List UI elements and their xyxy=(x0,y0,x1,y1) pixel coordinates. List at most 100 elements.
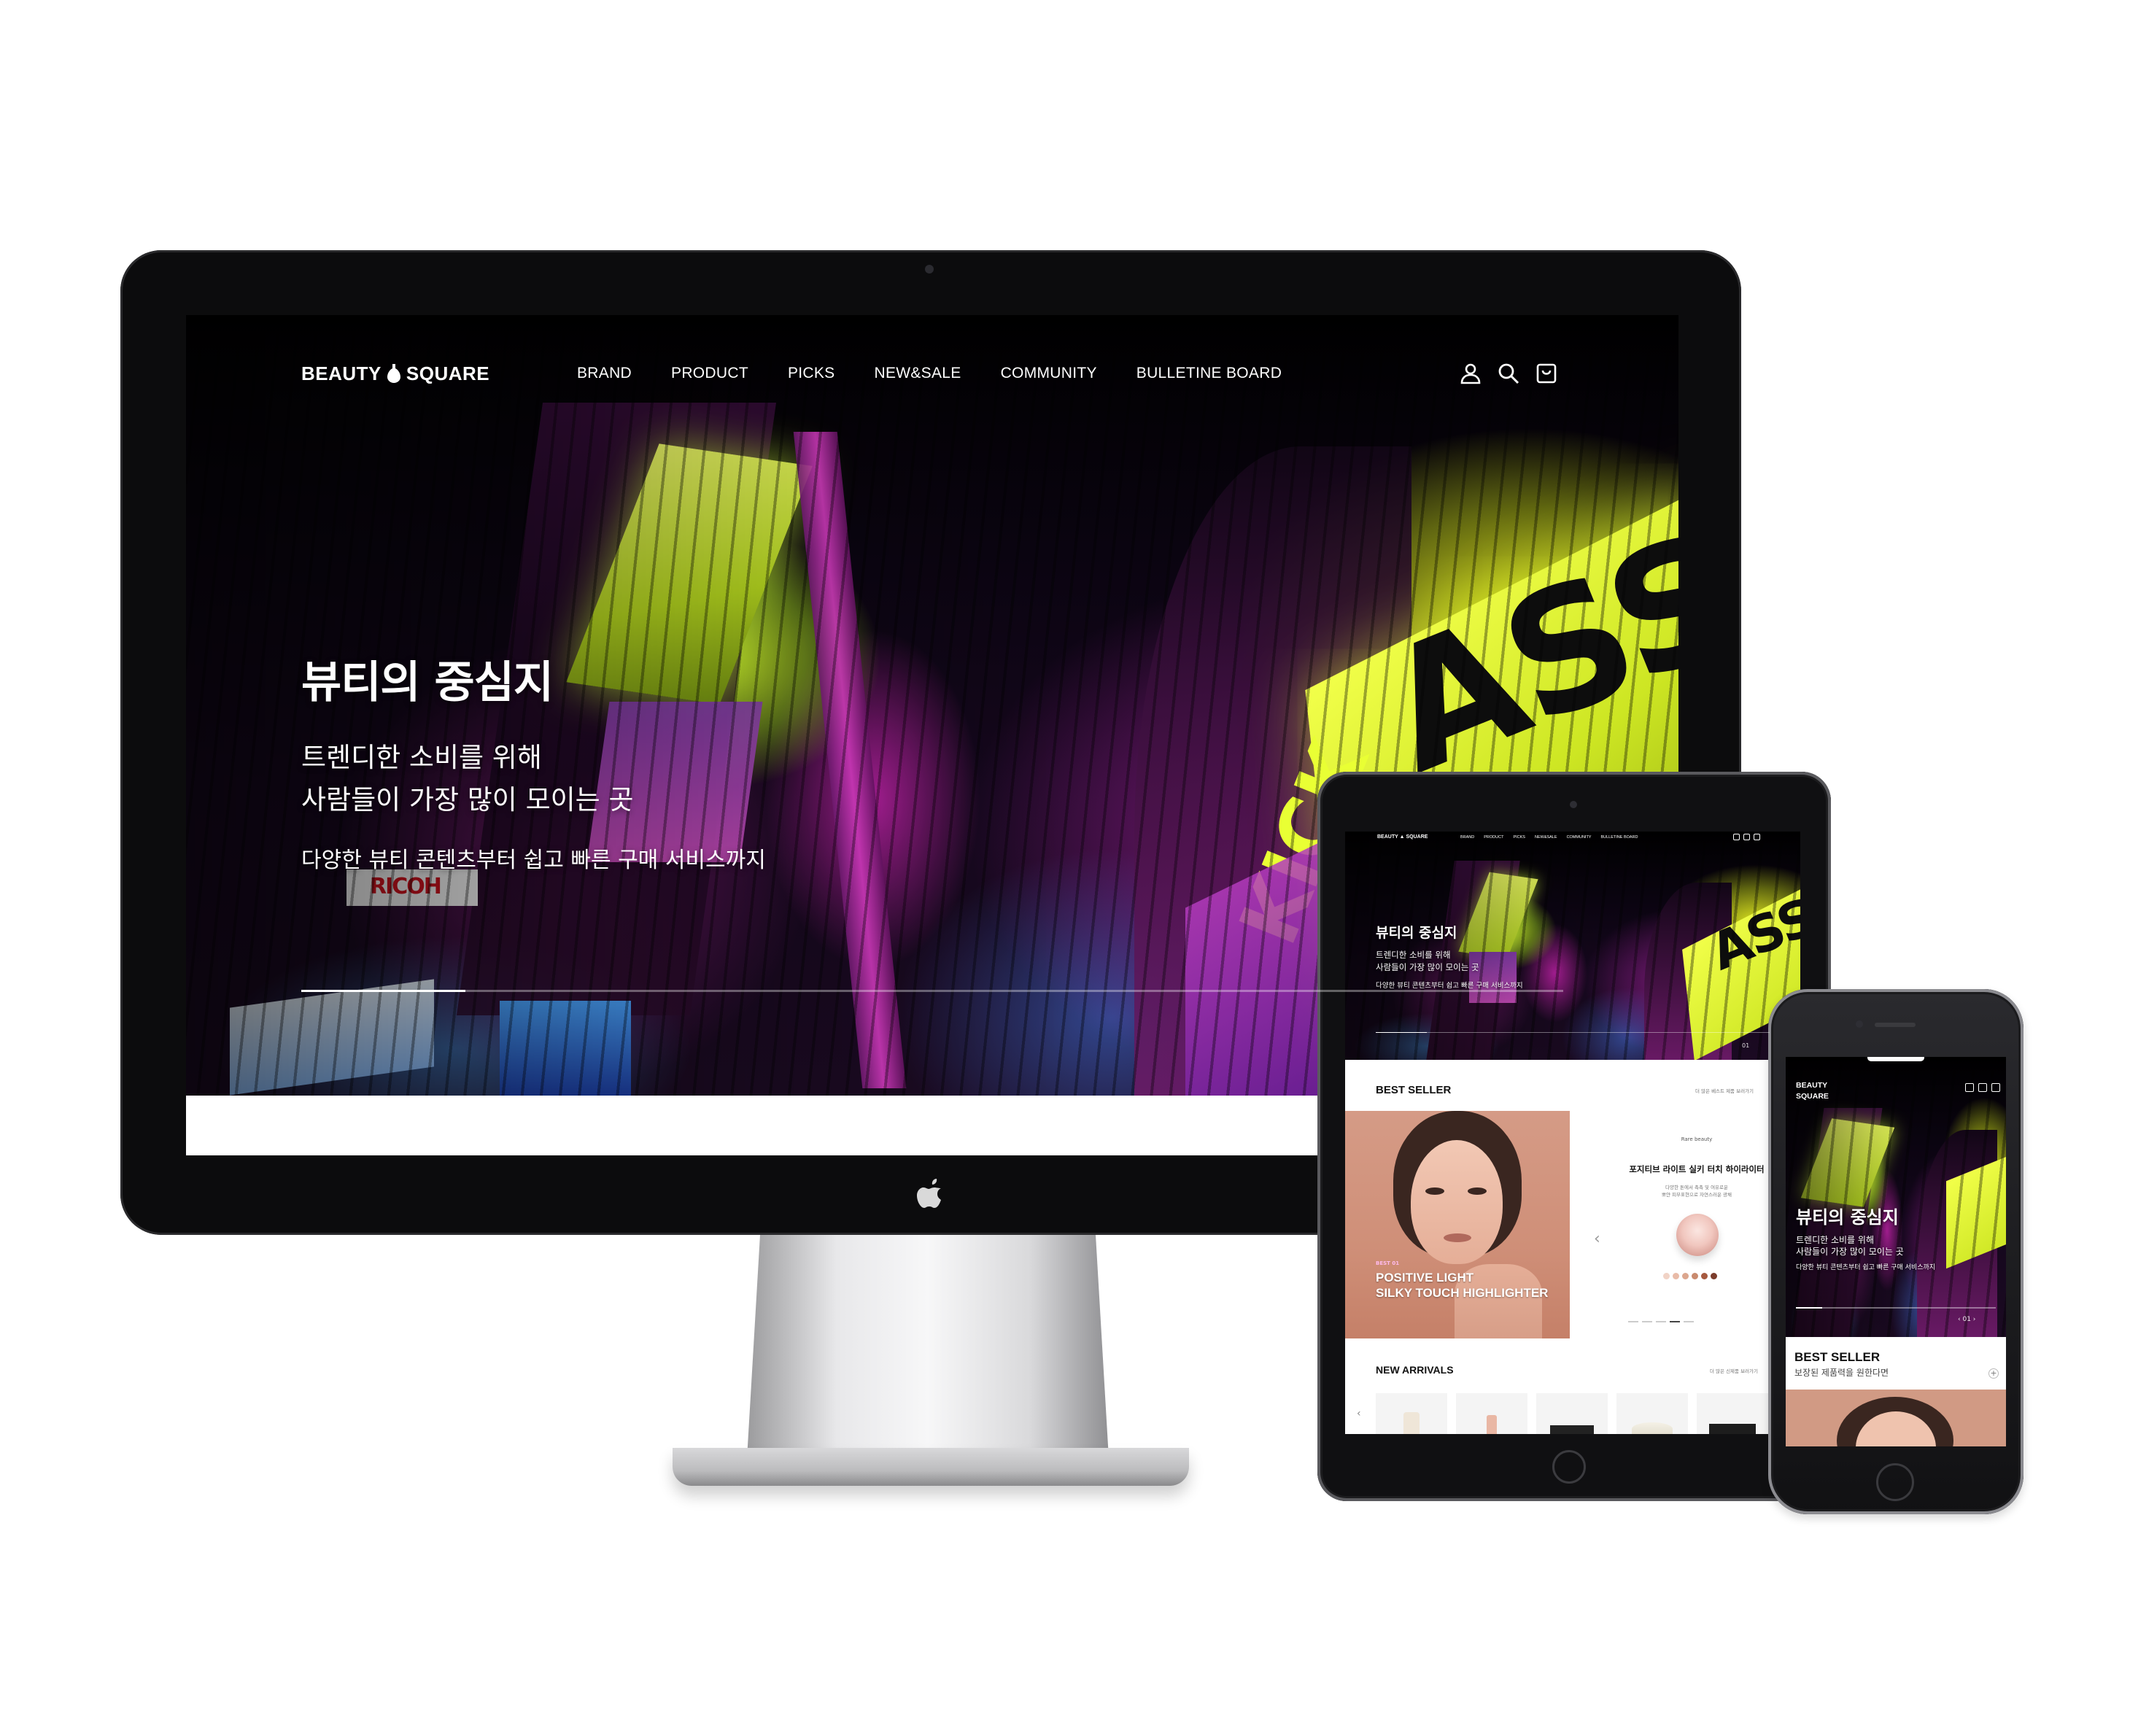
hero-subtitle: 트렌디한 소비를 위해 사람들이 가장 많이 모이는 곳 xyxy=(301,737,766,821)
tablet-utility-icons xyxy=(1733,834,1760,840)
cart-icon[interactable] xyxy=(1535,362,1558,385)
utility-icons xyxy=(1459,362,1558,385)
new-arrival-item[interactable] xyxy=(1376,1393,1447,1434)
tablet-best-seller-more-link[interactable]: 더 많은 베스트 제품 보러가기 xyxy=(1695,1087,1754,1094)
tablet-nav-product[interactable]: PRODUCT xyxy=(1484,835,1503,840)
phone-hero-progress-fill xyxy=(1796,1307,1822,1309)
model-eye-right xyxy=(1468,1187,1487,1195)
hero-subtitle-line-2: 사람들이 가장 많이 모이는 곳 xyxy=(301,784,634,815)
plus-icon[interactable]: + xyxy=(1988,1368,1999,1379)
nav-picks[interactable]: PICKS xyxy=(788,365,835,382)
bottle-icon xyxy=(387,364,400,383)
tablet-nav-brand[interactable]: BRAND xyxy=(1460,835,1474,840)
pagination-dot[interactable] xyxy=(1670,1321,1680,1322)
nav-bulletine-board[interactable]: BULLETINE BOARD xyxy=(1136,365,1282,382)
model-eye-left xyxy=(1425,1187,1444,1195)
tablet-hero-subtitle-line-2: 사람들이 가장 많이 모이는 곳 xyxy=(1376,962,1479,972)
color-swatches xyxy=(1663,1273,1717,1279)
pagination-dot[interactable] xyxy=(1642,1321,1652,1322)
new-arrivals-list xyxy=(1376,1393,1768,1434)
swatch[interactable] xyxy=(1673,1273,1679,1279)
phone-screen: BEAUTY SQUARE 뷰티의 중심지 트렌디한 소비를 위해 사람들이 가… xyxy=(1786,1057,2006,1446)
highlighter-compact-image xyxy=(1676,1214,1719,1256)
tablet-cart-icon[interactable] xyxy=(1754,834,1760,840)
pagination-dot[interactable] xyxy=(1684,1321,1694,1322)
nav-product[interactable]: PRODUCT xyxy=(671,365,748,382)
tablet-new-arrivals-more-link[interactable]: 더 많은 신제품 보러가기 xyxy=(1710,1367,1758,1374)
phone-hero-progress-bar[interactable] xyxy=(1796,1307,1996,1309)
main-navigation: BEAUTY SQUARE BRAND PRODUCT PICKS NEW&SAL… xyxy=(186,315,1678,403)
menu-bar: BRAND PRODUCT PICKS NEW&SALE COMMUNITY B… xyxy=(577,365,1282,382)
imac-stand-base xyxy=(673,1448,1189,1486)
model-lips xyxy=(1444,1233,1471,1242)
new-arrival-item[interactable] xyxy=(1536,1393,1608,1434)
best-seller-caption-line-2: SILKY TOUCH HIGHLIGHTER xyxy=(1376,1286,1549,1300)
logo-text-right: SQUARE xyxy=(406,363,490,384)
new-arrival-item[interactable] xyxy=(1697,1393,1768,1434)
tablet-navigation: BEAUTY ▲ SQUARE BRAND PRODUCT PICKS NEW&… xyxy=(1345,832,1800,846)
new-arrival-item[interactable] xyxy=(1616,1393,1688,1434)
swatch[interactable] xyxy=(1663,1273,1670,1279)
tablet-user-icon[interactable] xyxy=(1733,834,1740,840)
chevron-left-icon[interactable]: ‹ xyxy=(1594,1230,1600,1248)
nav-brand[interactable]: BRAND xyxy=(577,365,632,382)
best-seller-pagination xyxy=(1628,1321,1694,1322)
tablet-nav-community[interactable]: COMMUNITY xyxy=(1567,835,1592,840)
tablet-hero-title: 뷰티의 중심지 xyxy=(1376,925,1457,941)
site-logo[interactable]: BEAUTY SQUARE xyxy=(301,363,489,385)
tablet-new-arrivals-title: NEW ARRIVALS xyxy=(1376,1364,1454,1376)
phone-home-button[interactable] xyxy=(1876,1463,1914,1501)
phone-best-seller-photo xyxy=(1786,1390,2006,1446)
phone-hero-description: 다양한 뷰티 콘텐츠부터 쉽고 빠른 구매 서비스까지 xyxy=(1796,1264,1936,1271)
tablet-hero-progress-bar[interactable] xyxy=(1376,1032,1770,1033)
phone-hero-subtitle-line-2: 사람들이 가장 많이 모이는 곳 xyxy=(1796,1247,1904,1257)
swatch[interactable] xyxy=(1682,1273,1689,1279)
tablet-nav-new-sale[interactable]: NEW&SALE xyxy=(1535,835,1557,840)
nav-community[interactable]: COMMUNITY xyxy=(1001,365,1097,382)
swatch[interactable] xyxy=(1701,1273,1708,1279)
phone-speaker xyxy=(1875,1023,1916,1027)
hero-copy: 뷰티의 중심지 트렌디한 소비를 위해 사람들이 가장 많이 모이는 곳 다양한… xyxy=(301,647,766,874)
imac-camera xyxy=(925,265,934,274)
phone-slide-indicator: ‹ 01 › xyxy=(1958,1316,1976,1323)
apple-logo-icon xyxy=(917,1179,941,1208)
new-arrival-item[interactable] xyxy=(1456,1393,1527,1434)
phone-cart-icon[interactable] xyxy=(1991,1083,2000,1092)
phone-hero-subtitle: 트렌디한 소비를 위해 사람들이 가장 많이 모이는 곳 xyxy=(1796,1234,1935,1258)
tablet-best-seller-title: BEST SELLER xyxy=(1376,1084,1452,1096)
user-icon[interactable] xyxy=(1459,362,1482,385)
phone-best-seller-section: BEST SELLER 보장된 제품력을 원한다면 + xyxy=(1786,1337,2006,1446)
tablet-menu-bar: BRAND PRODUCT PICKS NEW&SALE COMMUNITY B… xyxy=(1460,835,1638,840)
phone-user-icon[interactable] xyxy=(1965,1083,1974,1092)
tablet-hero-subtitle: 트렌디한 소비를 위해 사람들이 가장 많이 모이는 곳 xyxy=(1376,949,1523,974)
tablet-home-button[interactable] xyxy=(1552,1450,1586,1484)
swatch[interactable] xyxy=(1692,1273,1698,1279)
hero-title: 뷰티의 중심지 xyxy=(301,657,554,708)
pagination-dot[interactable] xyxy=(1656,1321,1666,1322)
model-face xyxy=(1411,1140,1503,1264)
phone-search-icon[interactable] xyxy=(1978,1083,1987,1092)
tablet-logo-text-right: SQUARE xyxy=(1406,834,1428,840)
hero-progress-bar[interactable] xyxy=(301,990,1563,992)
best-seller-model-photo: BEST 01 POSITIVE LIGHT SILKY TOUCH HIGHL… xyxy=(1345,1111,1570,1338)
tablet-search-icon[interactable] xyxy=(1743,834,1750,840)
phone-hero-copy: 뷰티의 중심지 트렌디한 소비를 위해 사람들이 가장 많이 모이는 곳 다양한… xyxy=(1796,1203,1935,1271)
tablet-hero-progress-fill xyxy=(1376,1032,1428,1033)
logo-text-left: BEAUTY xyxy=(301,363,382,384)
tablet-nav-bulletine-board[interactable]: BULLETINE BOARD xyxy=(1600,835,1638,840)
tablet-site-logo[interactable]: BEAUTY ▲ SQUARE xyxy=(1377,834,1428,840)
new-arrivals-prev-icon[interactable]: ‹ xyxy=(1357,1408,1361,1419)
phone-site-logo[interactable]: BEAUTY SQUARE xyxy=(1796,1080,1829,1102)
phone-camera xyxy=(1856,1020,1863,1028)
swatch[interactable] xyxy=(1711,1273,1717,1279)
tablet-slide-indicator: 01 xyxy=(1742,1042,1750,1049)
pagination-dot[interactable] xyxy=(1628,1321,1638,1322)
search-icon[interactable] xyxy=(1497,362,1520,385)
best-seller-photo-caption: POSITIVE LIGHT SILKY TOUCH HIGHLIGHTER xyxy=(1376,1270,1548,1301)
phone-logo-text-right: SQUARE xyxy=(1796,1092,1829,1101)
tablet-nav-picks[interactable]: PICKS xyxy=(1513,835,1525,840)
nav-new-sale[interactable]: NEW&SALE xyxy=(874,365,961,382)
hero-progress-fill xyxy=(301,990,465,992)
tablet-logo-text-left: BEAUTY xyxy=(1377,834,1398,840)
best-seller-rank-label: BEST 01 xyxy=(1376,1260,1400,1266)
